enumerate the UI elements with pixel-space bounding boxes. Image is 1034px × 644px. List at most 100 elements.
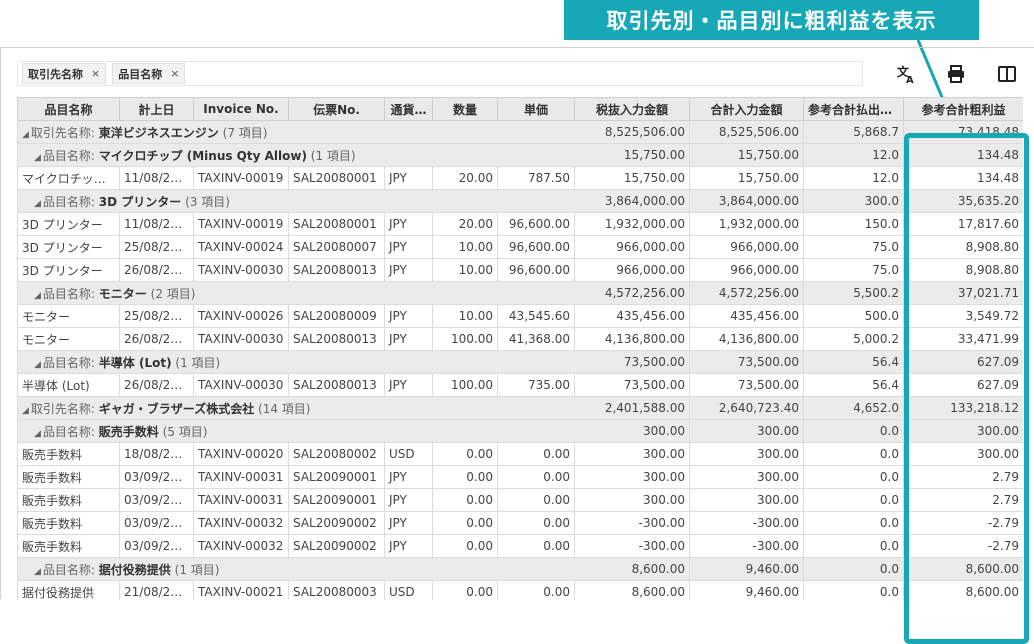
- remove-icon[interactable]: ×: [91, 67, 100, 80]
- table-cell[interactable]: 10.00: [432, 258, 498, 282]
- table-cell[interactable]: TAXINV-00026: [193, 304, 289, 328]
- collapse-triangle-icon[interactable]: ◢: [34, 360, 41, 370]
- table-cell[interactable]: JPY: [384, 465, 433, 489]
- table-cell[interactable]: 300.00: [574, 442, 690, 466]
- group-chip-item[interactable]: 品目名称 ×: [112, 63, 186, 84]
- table-cell[interactable]: SAL20090002: [288, 511, 385, 535]
- table-cell[interactable]: 26/08/2020: [119, 373, 194, 397]
- table-cell[interactable]: 0.00: [497, 511, 575, 535]
- translate-icon[interactable]: 文 A: [894, 62, 918, 86]
- table-cell[interactable]: -300.00: [689, 511, 804, 535]
- column-header[interactable]: 通貨…: [384, 97, 433, 121]
- column-header[interactable]: 単価: [497, 97, 575, 121]
- collapse-triangle-icon[interactable]: ◢: [34, 429, 41, 439]
- table-cell[interactable]: 0.0: [803, 511, 904, 535]
- table-cell[interactable]: TAXINV-00030: [193, 327, 289, 351]
- column-header[interactable]: Invoice No.: [193, 97, 289, 121]
- group-row[interactable]: ◢ 品目名称: 半導体 (Lot) (1 項目) 73,500.00 73,500.0…: [17, 350, 1023, 374]
- table-cell[interactable]: 966,000.00: [574, 235, 690, 259]
- table-cell[interactable]: 0.00: [497, 465, 575, 489]
- table-row[interactable]: 据付役務提供 21/08/2020 TAXINV-00021 SAL20080003 U…: [17, 580, 1023, 600]
- table-cell[interactable]: 5,000.2: [803, 327, 904, 351]
- group-label-cell[interactable]: ◢ 品目名称: 3D プリンター (3 項目): [17, 189, 575, 213]
- table-cell[interactable]: 96,600.00: [497, 235, 575, 259]
- column-header[interactable]: 参考合計払出金額: [803, 97, 904, 121]
- table-cell[interactable]: JPY: [384, 304, 433, 328]
- column-header[interactable]: 税抜入力金額: [574, 97, 690, 121]
- table-cell[interactable]: 0.00: [497, 488, 575, 512]
- table-cell[interactable]: 56.4: [803, 373, 904, 397]
- table-row[interactable]: マイクロチッ… 11/08/2020 TAXINV-00019 SAL20080001…: [17, 166, 1023, 190]
- table-cell[interactable]: 33,471.99: [903, 327, 1023, 351]
- collapse-triangle-icon[interactable]: ◢: [34, 567, 41, 577]
- group-row[interactable]: ◢ 品目名称: 据付役務提供 (1 項目) 8,600.00 9,460.00 0.0 8…: [17, 557, 1023, 581]
- group-row[interactable]: ◢ 品目名称: マイクロチップ (Minus Qty Allow) (1 項目) 1…: [17, 143, 1023, 167]
- group-label-cell[interactable]: ◢ 品目名称: モニター (2 項目): [17, 281, 575, 305]
- table-row[interactable]: 3D プリンター 26/08/2020 TAXINV-00030 SAL2008001…: [17, 258, 1023, 282]
- table-cell[interactable]: JPY: [384, 373, 433, 397]
- table-cell[interactable]: 0.00: [432, 580, 498, 600]
- collapse-triangle-icon[interactable]: ◢: [34, 291, 41, 301]
- table-cell[interactable]: マイクロチッ…: [17, 166, 120, 190]
- table-cell[interactable]: 41,368.00: [497, 327, 575, 351]
- table-cell[interactable]: 0.00: [497, 534, 575, 558]
- collapse-triangle-icon[interactable]: ◢: [22, 406, 29, 416]
- columns-icon[interactable]: [995, 62, 1019, 86]
- table-cell[interactable]: USD: [384, 580, 433, 600]
- table-cell[interactable]: JPY: [384, 235, 433, 259]
- table-cell[interactable]: 販売手数料: [17, 465, 120, 489]
- table-cell[interactable]: 73,500.00: [689, 373, 804, 397]
- table-cell[interactable]: 20.00: [432, 212, 498, 236]
- table-cell[interactable]: TAXINV-00019: [193, 212, 289, 236]
- table-cell[interactable]: 12.0: [803, 166, 904, 190]
- table-row[interactable]: 半導体 (Lot) 26/08/2020 TAXINV-00030 SAL200800…: [17, 373, 1023, 397]
- table-cell[interactable]: 735.00: [497, 373, 575, 397]
- group-row[interactable]: ◢ 取引先名称: 東洋ビジネスエンジン (7 項目) 8,525,506.00 8,5…: [17, 120, 1023, 144]
- column-header[interactable]: 品目名称: [17, 97, 120, 121]
- table-cell[interactable]: 8,600.00: [903, 580, 1023, 600]
- table-cell[interactable]: TAXINV-00031: [193, 465, 289, 489]
- table-cell[interactable]: 21/08/2020: [119, 580, 194, 600]
- table-cell[interactable]: -2.79: [903, 511, 1023, 535]
- table-cell[interactable]: 150.0: [803, 212, 904, 236]
- table-cell[interactable]: -2.79: [903, 534, 1023, 558]
- table-cell[interactable]: JPY: [384, 327, 433, 351]
- table-cell[interactable]: 75.0: [803, 258, 904, 282]
- table-cell[interactable]: 2.79: [903, 465, 1023, 489]
- table-cell[interactable]: 4,136,800.00: [689, 327, 804, 351]
- table-cell[interactable]: 966,000.00: [689, 235, 804, 259]
- table-cell[interactable]: 96,600.00: [497, 258, 575, 282]
- table-cell[interactable]: 100.00: [432, 373, 498, 397]
- table-cell[interactable]: 03/09/2020: [119, 465, 194, 489]
- table-cell[interactable]: SAL20090001: [288, 488, 385, 512]
- table-cell[interactable]: 0.00: [432, 534, 498, 558]
- table-cell[interactable]: 2.79: [903, 488, 1023, 512]
- group-label-cell[interactable]: ◢ 品目名称: 据付役務提供 (1 項目): [17, 557, 575, 581]
- table-cell[interactable]: SAL20080009: [288, 304, 385, 328]
- column-header[interactable]: 計上日: [119, 97, 194, 121]
- table-row[interactable]: 販売手数料 18/08/2020 TAXINV-00020 SAL20080002 US…: [17, 442, 1023, 466]
- column-header[interactable]: 数量: [432, 97, 498, 121]
- group-chip-partner[interactable]: 取引先名称 ×: [22, 63, 107, 84]
- table-cell[interactable]: 787.50: [497, 166, 575, 190]
- table-cell[interactable]: 8,908.80: [903, 258, 1023, 282]
- table-cell[interactable]: 4,136,800.00: [574, 327, 690, 351]
- table-cell[interactable]: JPY: [384, 534, 433, 558]
- table-row[interactable]: 販売手数料 03/09/2020 TAXINV-00032 SAL20090002 JP…: [17, 511, 1023, 535]
- table-cell[interactable]: 3,549.72: [903, 304, 1023, 328]
- table-cell[interactable]: JPY: [384, 212, 433, 236]
- table-cell[interactable]: -300.00: [574, 511, 690, 535]
- table-cell[interactable]: SAL20080013: [288, 327, 385, 351]
- table-cell[interactable]: 半導体 (Lot): [17, 373, 120, 397]
- collapse-triangle-icon[interactable]: ◢: [34, 153, 41, 163]
- table-row[interactable]: 販売手数料 03/09/2020 TAXINV-00031 SAL20090001 JP…: [17, 488, 1023, 512]
- column-header[interactable]: 合計入力金額: [689, 97, 804, 121]
- table-cell[interactable]: 販売手数料: [17, 534, 120, 558]
- table-cell[interactable]: -300.00: [689, 534, 804, 558]
- group-label-cell[interactable]: ◢ 取引先名称: 東洋ビジネスエンジン (7 項目): [17, 120, 575, 144]
- table-cell[interactable]: 0.00: [432, 465, 498, 489]
- table-cell[interactable]: JPY: [384, 511, 433, 535]
- group-label-cell[interactable]: ◢ 品目名称: マイクロチップ (Minus Qty Allow) (1 項目): [17, 143, 575, 167]
- collapse-triangle-icon[interactable]: ◢: [34, 199, 41, 209]
- table-cell[interactable]: 0.00: [432, 488, 498, 512]
